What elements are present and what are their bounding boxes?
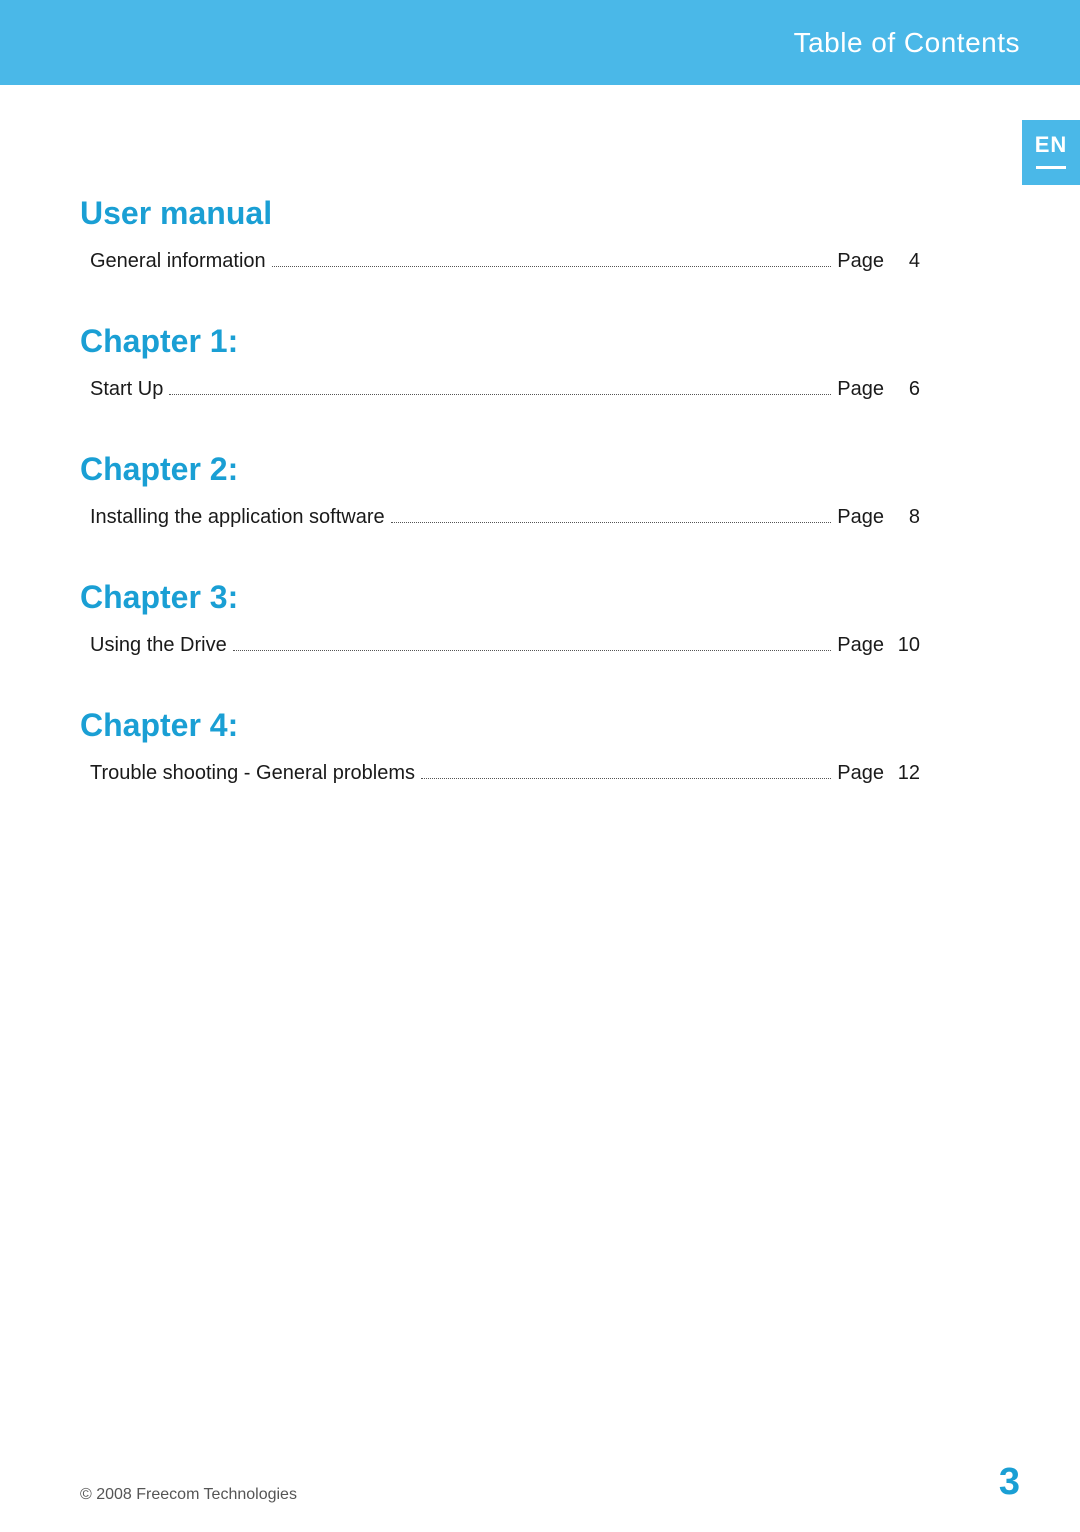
language-tab-line [1036, 166, 1066, 169]
toc-page-label: Page [837, 634, 884, 657]
section-heading-user-manual: User manual [80, 195, 920, 232]
language-tab-label: EN [1035, 132, 1068, 158]
toc-entry-general-info: General information Page 4 [80, 250, 920, 273]
toc-dots [272, 266, 832, 267]
toc-page-num-startup: 6 [890, 378, 920, 401]
header-bar: Table of Contents [0, 0, 1080, 85]
toc-dots [421, 778, 831, 779]
toc-entry-troubleshoot: Trouble shooting - General problems Page… [80, 762, 920, 785]
toc-text-drive: Using the Drive [90, 634, 227, 657]
toc-page-label: Page [837, 378, 884, 401]
toc-entry-install: Installing the application software Page… [80, 506, 920, 529]
toc-page-label: Page [837, 762, 884, 785]
section-heading-chapter2: Chapter 2: [80, 451, 920, 488]
toc-text-startup: Start Up [90, 378, 163, 401]
main-content: User manual General information Page 4 C… [0, 85, 980, 831]
header-title: Table of Contents [794, 27, 1020, 59]
toc-page-num-troubleshoot: 12 [890, 762, 920, 785]
toc-page-label: Page [837, 250, 884, 273]
toc-dots [391, 522, 832, 523]
footer-copyright: © 2008 Freecom Technologies [80, 1486, 297, 1504]
footer: © 2008 Freecom Technologies 3 [0, 1461, 1080, 1504]
toc-entry-startup: Start Up Page 6 [80, 378, 920, 401]
toc-text-install: Installing the application software [90, 506, 385, 529]
toc-page-num-drive: 10 [890, 634, 920, 657]
section-heading-chapter3: Chapter 3: [80, 579, 920, 616]
toc-entry-drive: Using the Drive Page 10 [80, 634, 920, 657]
toc-page-label: Page [837, 506, 884, 529]
footer-page-number: 3 [999, 1461, 1020, 1504]
language-tab[interactable]: EN [1022, 120, 1080, 185]
section-heading-chapter1: Chapter 1: [80, 323, 920, 360]
toc-text-general-info: General information [90, 250, 266, 273]
toc-dots [169, 394, 831, 395]
toc-dots [233, 650, 832, 651]
toc-page-num-install: 8 [890, 506, 920, 529]
section-heading-chapter4: Chapter 4: [80, 707, 920, 744]
toc-text-troubleshoot: Trouble shooting - General problems [90, 762, 415, 785]
toc-page-num-general-info: 4 [890, 250, 920, 273]
